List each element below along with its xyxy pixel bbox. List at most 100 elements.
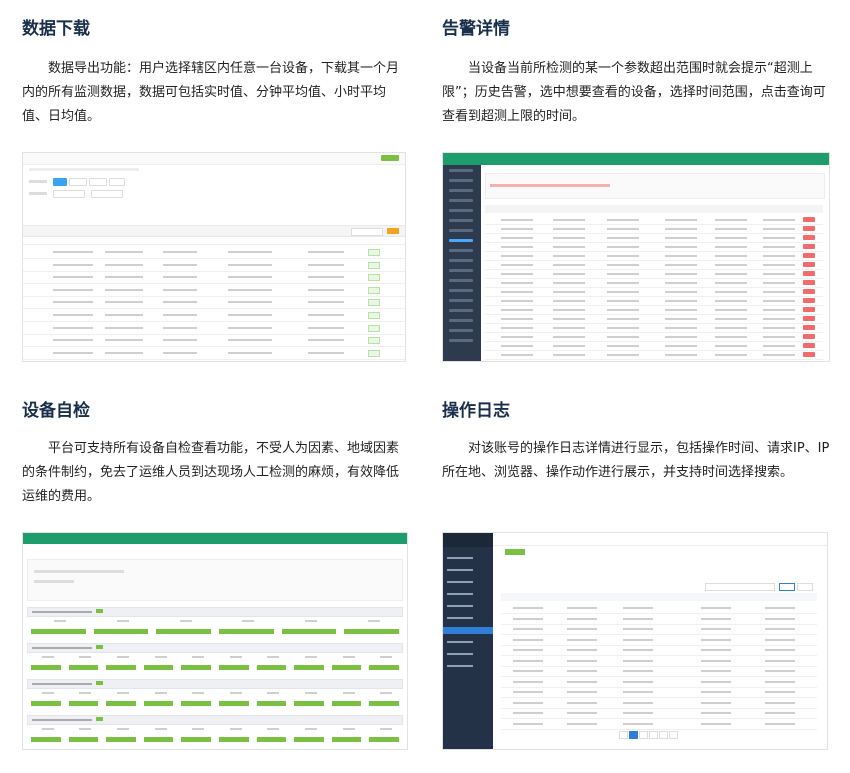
table-cell — [501, 228, 533, 230]
param-label — [380, 728, 393, 730]
alarm-action-button — [803, 325, 815, 330]
table-cell — [105, 351, 143, 354]
group-tag — [96, 645, 103, 649]
table-cell — [228, 288, 272, 291]
status-badge — [368, 274, 380, 282]
table-cell — [665, 246, 697, 248]
table-cell — [553, 309, 585, 311]
param-label — [342, 728, 355, 730]
selfcheck-status-button — [106, 701, 136, 706]
page-button — [619, 731, 628, 739]
param-label — [117, 728, 129, 730]
table-row — [501, 677, 817, 688]
table-cell — [765, 722, 795, 725]
selfcheck-status-button — [68, 737, 99, 742]
table-cell — [623, 670, 653, 672]
group-title-line — [32, 683, 92, 685]
selfcheck-top-bar — [23, 533, 407, 544]
table-cell — [308, 288, 344, 291]
table-cell — [665, 219, 697, 221]
table-cell — [501, 264, 533, 266]
table-cell — [765, 670, 795, 672]
table-cell — [623, 701, 653, 704]
table-cell — [163, 314, 197, 316]
sidebar-item — [449, 209, 473, 212]
selfcheck-status-button — [369, 701, 399, 706]
param-label — [267, 656, 280, 658]
table-cell — [715, 264, 747, 266]
table-cell — [53, 263, 93, 266]
table-cell — [308, 314, 344, 316]
param-label — [229, 692, 242, 694]
selfcheck-status-button — [331, 737, 362, 742]
table-row — [23, 284, 405, 297]
param-label — [267, 692, 280, 694]
table-cell — [567, 670, 597, 672]
table-row — [501, 603, 817, 614]
table-cell — [105, 288, 143, 291]
alarm-action-button — [803, 316, 815, 321]
alarm-action-button — [803, 244, 815, 249]
screenshot-device-selfcheck — [22, 532, 408, 750]
table-cell — [501, 336, 533, 338]
table-cell — [623, 712, 653, 714]
table-cell — [607, 327, 639, 329]
alarm-sidebar — [443, 153, 481, 361]
table-cell — [715, 300, 747, 302]
param-label — [229, 728, 242, 730]
param-label — [342, 692, 355, 694]
oplog-table-head — [501, 593, 817, 601]
table-cell — [607, 264, 639, 266]
table-row — [501, 687, 817, 698]
table-row — [23, 309, 405, 322]
param-label — [342, 656, 355, 658]
alarm-action-button — [803, 217, 815, 222]
table-cell — [665, 282, 697, 284]
table-cell — [567, 628, 597, 630]
selfcheck-status-button — [331, 665, 362, 670]
table-cell — [228, 351, 272, 354]
table-row — [501, 645, 817, 656]
table-cell — [765, 607, 795, 609]
alarm-action-button — [803, 271, 815, 276]
table-cell — [665, 291, 697, 293]
table-cell — [567, 722, 597, 725]
table-cell — [513, 638, 543, 641]
table-cell — [513, 649, 543, 651]
selfcheck-status-button — [31, 737, 61, 742]
table-cell — [701, 701, 731, 704]
table-cell — [53, 351, 93, 354]
table-cell — [308, 251, 344, 253]
table-cell — [228, 326, 272, 329]
table-cell — [228, 314, 272, 316]
table-cell — [665, 345, 697, 347]
sidebar-item — [447, 591, 473, 595]
table-cell — [553, 291, 585, 293]
selfcheck-status-button — [181, 737, 211, 742]
table-cell — [763, 264, 795, 266]
table-cell — [701, 670, 731, 672]
screenshot-operation-log — [442, 532, 828, 750]
group-title-line — [32, 647, 92, 649]
table-row — [485, 350, 823, 360]
oplog-top-bar — [493, 533, 827, 546]
table-cell — [567, 659, 597, 662]
sidebar-item — [449, 279, 473, 282]
table-cell — [567, 691, 597, 693]
oplog-reset-button — [797, 583, 813, 591]
table-cell — [765, 691, 795, 693]
table-row — [23, 259, 405, 272]
page-button — [649, 731, 658, 739]
alarm-action-button — [803, 226, 815, 231]
table-cell — [308, 263, 344, 266]
table-cell — [308, 301, 344, 304]
alarm-action-button — [803, 298, 815, 303]
device-search-button — [387, 228, 399, 234]
table-cell — [53, 339, 93, 342]
table-cell — [715, 327, 747, 329]
table-cell — [501, 309, 533, 311]
status-badge — [368, 312, 380, 319]
param-label — [305, 620, 317, 622]
table-cell — [513, 659, 543, 662]
table-cell — [553, 264, 585, 266]
